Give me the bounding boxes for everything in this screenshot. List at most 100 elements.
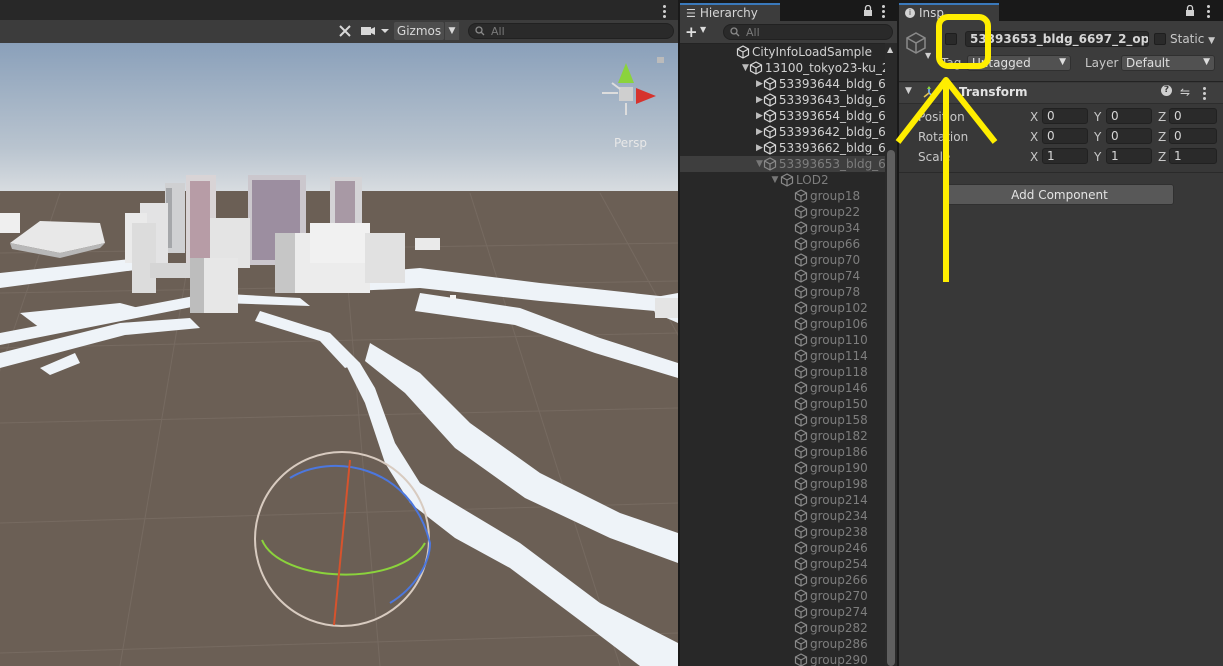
hierarchy-row[interactable]: ▶ 53393654_bldg_669: [680, 108, 885, 124]
hierarchy-row[interactable]: ▶ 53393642_bldg_669: [680, 124, 885, 140]
hierarchy-row[interactable]: group34: [680, 220, 885, 236]
hierarchy-row[interactable]: group190: [680, 460, 885, 476]
scale-x-label[interactable]: X: [1030, 150, 1038, 164]
expand-arrow-icon[interactable]: ▼: [770, 175, 780, 185]
static-dropdown[interactable]: Static ▼: [1170, 32, 1215, 46]
hierarchy-menu-icon[interactable]: [882, 5, 885, 20]
position-x-label[interactable]: X: [1030, 110, 1038, 124]
hierarchy-row[interactable]: group290: [680, 652, 885, 666]
hierarchy-row[interactable]: group74: [680, 268, 885, 284]
add-component-button[interactable]: Add Component: [945, 184, 1174, 205]
hierarchy-row[interactable]: group158: [680, 412, 885, 428]
position-label[interactable]: Position: [918, 110, 965, 124]
icon-dropdown-icon[interactable]: ▼: [925, 51, 931, 60]
hierarchy-row[interactable]: group254: [680, 556, 885, 572]
position-y-label[interactable]: Y: [1094, 110, 1101, 124]
hierarchy-row[interactable]: ▼ LOD2: [680, 172, 885, 188]
scene-view[interactable]: Gizmos ▼ All Persp: [0, 0, 678, 666]
add-dropdown-icon[interactable]: ▼: [700, 25, 706, 34]
hierarchy-row[interactable]: CityInfoLoadSample: [680, 44, 885, 60]
help-icon[interactable]: ?: [1161, 85, 1172, 96]
rotation-label[interactable]: Rotation: [918, 130, 968, 144]
preset-icon[interactable]: ⇋: [1180, 85, 1190, 99]
collapse-arrow-icon[interactable]: ▶: [756, 79, 763, 89]
hierarchy-row[interactable]: group66: [680, 236, 885, 252]
hierarchy-row[interactable]: group22: [680, 204, 885, 220]
scale-x-field[interactable]: 1: [1042, 148, 1088, 164]
hierarchy-row[interactable]: group114: [680, 348, 885, 364]
hierarchy-row[interactable]: group182: [680, 428, 885, 444]
gizmos-dropdown-icon[interactable]: ▼: [445, 22, 459, 40]
hierarchy-row[interactable]: ▼ 53393653_bldg_669: [680, 156, 885, 172]
component-menu-icon[interactable]: [1203, 87, 1206, 102]
tools-icon[interactable]: [334, 22, 356, 40]
scroll-up-icon[interactable]: ▲: [887, 45, 893, 54]
hierarchy-row[interactable]: group238: [680, 524, 885, 540]
rotation-y-field[interactable]: 0: [1106, 128, 1152, 144]
scene-viewport[interactable]: Persp: [0, 43, 678, 666]
hierarchy-row[interactable]: group110: [680, 332, 885, 348]
tag-dropdown[interactable]: Untagged ▼: [967, 55, 1071, 71]
rotation-z-field[interactable]: 0: [1169, 128, 1217, 144]
foldout-arrow-icon[interactable]: ▼: [905, 86, 912, 96]
hierarchy-row[interactable]: group102: [680, 300, 885, 316]
hierarchy-row[interactable]: group246: [680, 540, 885, 556]
inspector-menu-icon[interactable]: [1207, 5, 1210, 20]
hierarchy-row[interactable]: group146: [680, 380, 885, 396]
hierarchy-row[interactable]: group70: [680, 252, 885, 268]
hierarchy-row[interactable]: ▼ 13100_tokyo23-ku_20: [680, 60, 885, 76]
hierarchy-row[interactable]: group150: [680, 396, 885, 412]
hierarchy-row[interactable]: group286: [680, 636, 885, 652]
gizmos-button[interactable]: Gizmos: [394, 22, 444, 40]
scene-menu-icon[interactable]: [663, 5, 666, 20]
scale-z-field[interactable]: 1: [1169, 148, 1217, 164]
position-x-field[interactable]: 0: [1042, 108, 1088, 124]
gameobject-icon[interactable]: [905, 31, 927, 60]
lock-icon[interactable]: [863, 4, 873, 19]
position-z-label[interactable]: Z: [1158, 110, 1166, 124]
hierarchy-row[interactable]: group274: [680, 604, 885, 620]
hierarchy-row[interactable]: group266: [680, 572, 885, 588]
collapse-arrow-icon[interactable]: ▶: [756, 143, 763, 153]
hierarchy-row[interactable]: group282: [680, 620, 885, 636]
position-z-field[interactable]: 0: [1169, 108, 1217, 124]
expand-arrow-icon[interactable]: ▼: [756, 159, 763, 169]
object-name-field[interactable]: 53393653_bldg_6697_2_op.g: [965, 31, 1149, 47]
add-object-button[interactable]: +: [685, 23, 698, 41]
rotation-z-label[interactable]: Z: [1158, 130, 1166, 144]
position-y-field[interactable]: 0: [1106, 108, 1152, 124]
scale-z-label[interactable]: Z: [1158, 150, 1166, 164]
hierarchy-row[interactable]: group198: [680, 476, 885, 492]
rotation-y-label[interactable]: Y: [1094, 130, 1101, 144]
inspector-lock-icon[interactable]: [1185, 4, 1195, 19]
hierarchy-row[interactable]: ▶ 53393643_bldg_669: [680, 92, 885, 108]
hierarchy-scroll-thumb[interactable]: [887, 150, 895, 666]
collapse-arrow-icon[interactable]: ▶: [756, 127, 763, 137]
camera-icon[interactable]: [358, 22, 392, 40]
layer-dropdown[interactable]: Default ▼: [1121, 55, 1215, 71]
hierarchy-row[interactable]: group106: [680, 316, 885, 332]
hierarchy-row[interactable]: group78: [680, 284, 885, 300]
scale-y-label[interactable]: Y: [1094, 150, 1101, 164]
hierarchy-row[interactable]: group270: [680, 588, 885, 604]
hierarchy-row[interactable]: ▶ 53393662_bldg_669: [680, 140, 885, 156]
active-checkbox[interactable]: [945, 33, 957, 45]
transform-component-header[interactable]: ▼ Transform ? ⇋: [899, 83, 1223, 104]
tab-hierarchy[interactable]: ☰ Hierarchy: [680, 3, 780, 21]
collapse-arrow-icon[interactable]: ▶: [756, 111, 763, 121]
hierarchy-search-input[interactable]: All: [723, 24, 893, 40]
scale-label[interactable]: Scale: [918, 150, 950, 164]
projection-label[interactable]: Persp: [614, 136, 647, 150]
collapse-arrow-icon[interactable]: ▶: [756, 95, 763, 105]
rotation-x-label[interactable]: X: [1030, 130, 1038, 144]
scene-search-input[interactable]: All: [468, 23, 674, 39]
hierarchy-row[interactable]: group214: [680, 492, 885, 508]
hierarchy-row[interactable]: group234: [680, 508, 885, 524]
hierarchy-row[interactable]: ▶ 53393644_bldg_669: [680, 76, 885, 92]
static-checkbox[interactable]: [1154, 33, 1166, 45]
expand-arrow-icon[interactable]: ▼: [742, 63, 749, 73]
scale-y-field[interactable]: 1: [1106, 148, 1152, 164]
hierarchy-row[interactable]: group18: [680, 188, 885, 204]
rotation-x-field[interactable]: 0: [1042, 128, 1088, 144]
hierarchy-row[interactable]: group118: [680, 364, 885, 380]
